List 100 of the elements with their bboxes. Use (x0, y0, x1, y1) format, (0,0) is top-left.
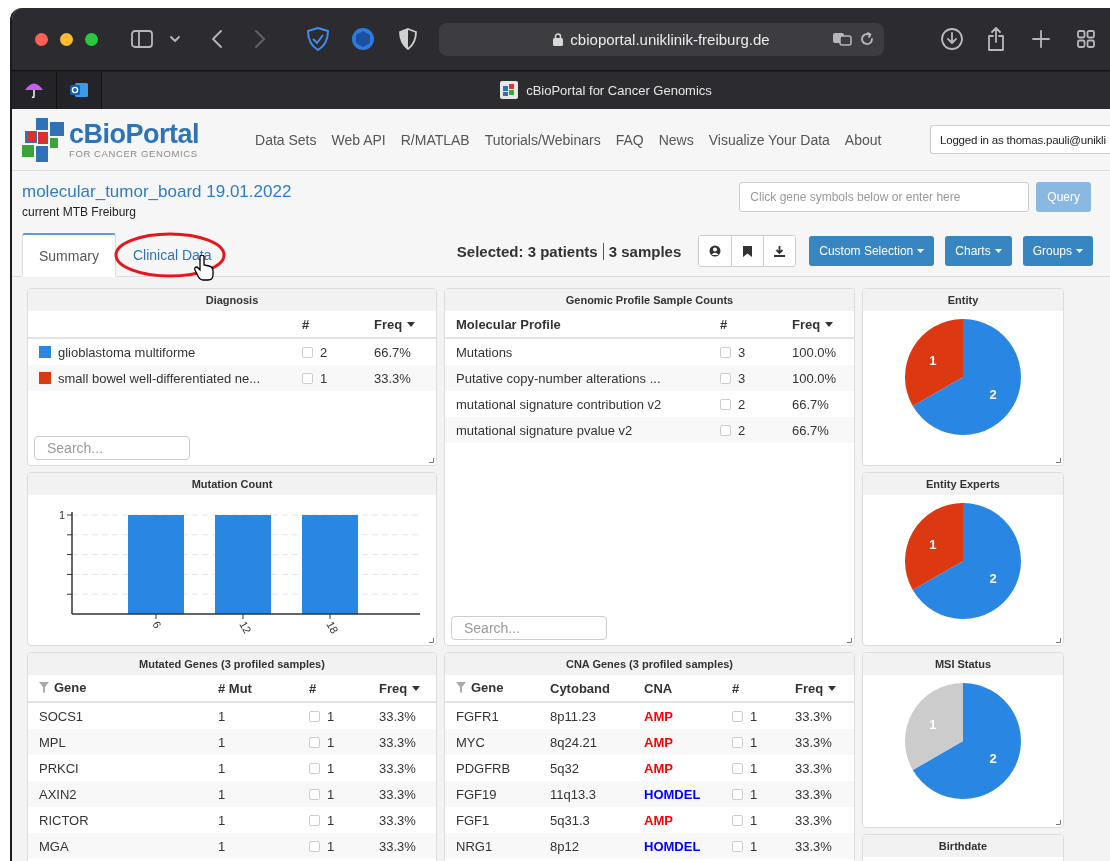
checkbox[interactable] (732, 788, 743, 800)
share-icon[interactable] (987, 27, 1005, 51)
search-field[interactable]: Search... (34, 436, 190, 460)
search-field[interactable]: Search... (451, 616, 607, 640)
dropdown-button[interactable]: Groups (1022, 236, 1093, 266)
dropdown-button[interactable]: Custom Selection (809, 236, 935, 266)
table-row[interactable]: FGF19 11q13.3 HOMDEL 1 33.3% (445, 781, 854, 807)
user-button[interactable] (699, 236, 732, 266)
checkbox[interactable] (720, 346, 731, 358)
checkbox[interactable] (720, 372, 731, 384)
column-header[interactable]: CNA (644, 680, 673, 696)
minimize-button[interactable] (60, 32, 73, 46)
address-bar[interactable]: cbioportal.uniklinik-freiburg.de (439, 22, 884, 56)
table-row[interactable]: PDGFRB 5q32 AMP 1 33.3% (445, 755, 854, 781)
nav-link[interactable]: About (844, 131, 882, 148)
table-row[interactable]: RICTOR 1 1 33.3% (28, 807, 436, 833)
nav-link[interactable]: Web API (331, 131, 386, 148)
table-row[interactable]: MYC 8q24.21 AMP 1 33.3% (445, 729, 854, 755)
close-button[interactable] (35, 32, 48, 46)
table-row[interactable]: PRKCI 1 1 33.3% (28, 755, 436, 781)
pie-slice[interactable] (905, 503, 963, 590)
column-header[interactable]: Cytoband (550, 680, 610, 696)
resize-handle-icon[interactable] (429, 638, 434, 643)
checkbox[interactable] (309, 788, 320, 800)
column-header[interactable]: Gene (54, 680, 87, 695)
sort-caret-icon[interactable] (828, 685, 837, 691)
back-icon[interactable] (211, 29, 223, 49)
pinned-tab[interactable] (57, 71, 102, 109)
column-header[interactable]: # (302, 316, 310, 332)
column-header[interactable]: # (720, 316, 728, 332)
column-header[interactable]: # (732, 680, 740, 696)
resize-handle-icon[interactable] (1056, 820, 1061, 825)
reload-icon[interactable] (860, 32, 874, 46)
study-title[interactable]: molecular_tumor_board 19.01.2022 (22, 182, 292, 202)
pie-slice[interactable] (912, 319, 1021, 435)
zoom-button[interactable] (85, 32, 98, 46)
nav-link[interactable]: R/MATLAB (400, 131, 470, 148)
forward-icon[interactable] (254, 29, 266, 49)
filter-icon[interactable] (456, 682, 466, 693)
login-status[interactable]: Logged in as thomas.pauli@unikli (930, 125, 1110, 154)
new-tab-icon[interactable] (1032, 30, 1050, 48)
nav-link[interactable]: FAQ (615, 131, 644, 148)
dropdown-button[interactable]: Charts (945, 236, 1012, 266)
pie-slice[interactable] (905, 683, 963, 770)
column-header[interactable]: # (309, 680, 317, 696)
checkbox[interactable] (309, 814, 320, 826)
checkbox[interactable] (732, 710, 743, 722)
checkbox[interactable] (302, 372, 313, 384)
download-button[interactable] (763, 236, 796, 266)
column-header[interactable]: Freq (792, 316, 821, 332)
table-row[interactable]: NRG1 8p12 HOMDEL 1 33.3% (445, 833, 854, 859)
nav-link[interactable]: News (658, 131, 694, 148)
nav-link[interactable]: Tutorials/Webinars (484, 131, 601, 148)
checkbox[interactable] (720, 424, 731, 436)
table-row[interactable]: AXIN2 1 1 33.3% (28, 781, 436, 807)
pie-slice[interactable] (912, 503, 1021, 619)
checkbox[interactable] (720, 398, 731, 410)
checkbox[interactable] (309, 736, 320, 748)
checkbox[interactable] (732, 736, 743, 748)
checkbox[interactable] (732, 762, 743, 774)
table-row[interactable]: Putative copy-number alterations ... 3 100.0% (445, 365, 854, 391)
column-header[interactable]: Freq (374, 316, 403, 332)
column-header[interactable]: Gene (471, 680, 504, 695)
browser-tab[interactable]: cBioPortal for Cancer Genomics (102, 71, 1110, 109)
table-row[interactable]: MGA 1 1 33.3% (28, 833, 436, 859)
shield-check-icon[interactable] (307, 27, 329, 51)
nav-link[interactable]: Data Sets (255, 131, 317, 148)
column-header[interactable]: Freq (795, 680, 824, 696)
table-row[interactable]: mutational signature pvalue v2 2 66.7% (445, 417, 854, 443)
tab-overview-icon[interactable] (1077, 30, 1095, 48)
checkbox[interactable] (309, 840, 320, 852)
checkbox[interactable] (732, 814, 743, 826)
table-row[interactable]: mutational signature contribution v2 2 66.7% (445, 391, 854, 417)
sort-caret-icon[interactable] (825, 321, 834, 327)
checkbox[interactable] (732, 840, 743, 852)
resize-handle-icon[interactable] (1056, 638, 1061, 643)
column-header[interactable]: Molecular Profile (456, 316, 561, 332)
filter-icon[interactable] (39, 682, 49, 693)
column-header[interactable]: # Mut (218, 680, 252, 696)
gene-query-field[interactable]: Click gene symbols below or enter here (739, 182, 1030, 212)
table-row[interactable]: SOCS1 1 1 33.3% (28, 702, 436, 729)
resize-handle-icon[interactable] (429, 458, 434, 463)
sort-caret-icon[interactable] (412, 685, 421, 691)
pie-slice[interactable] (905, 319, 963, 406)
bookmark-button[interactable] (731, 236, 764, 266)
pie-slice[interactable] (912, 683, 1021, 799)
download-icon[interactable] (941, 28, 963, 50)
resize-handle-icon[interactable] (1056, 458, 1061, 463)
shield-icon[interactable] (399, 28, 417, 50)
table-row[interactable]: small bowel well-differentiated ne... 1 33.3% (28, 365, 436, 391)
pinned-tab[interactable] (12, 71, 57, 109)
checkbox[interactable] (309, 710, 320, 722)
nav-link[interactable]: Visualize Your Data (708, 131, 830, 148)
sidebar-icon[interactable] (131, 30, 153, 48)
sort-caret-icon[interactable] (407, 321, 416, 327)
table-row[interactable]: Mutations 3 100.0% (445, 338, 854, 365)
table-row[interactable]: MPL 1 1 33.3% (28, 729, 436, 755)
checkbox[interactable] (309, 762, 320, 774)
resize-handle-icon[interactable] (847, 638, 852, 643)
table-row[interactable]: glioblastoma multiforme 2 66.7% (28, 338, 436, 365)
